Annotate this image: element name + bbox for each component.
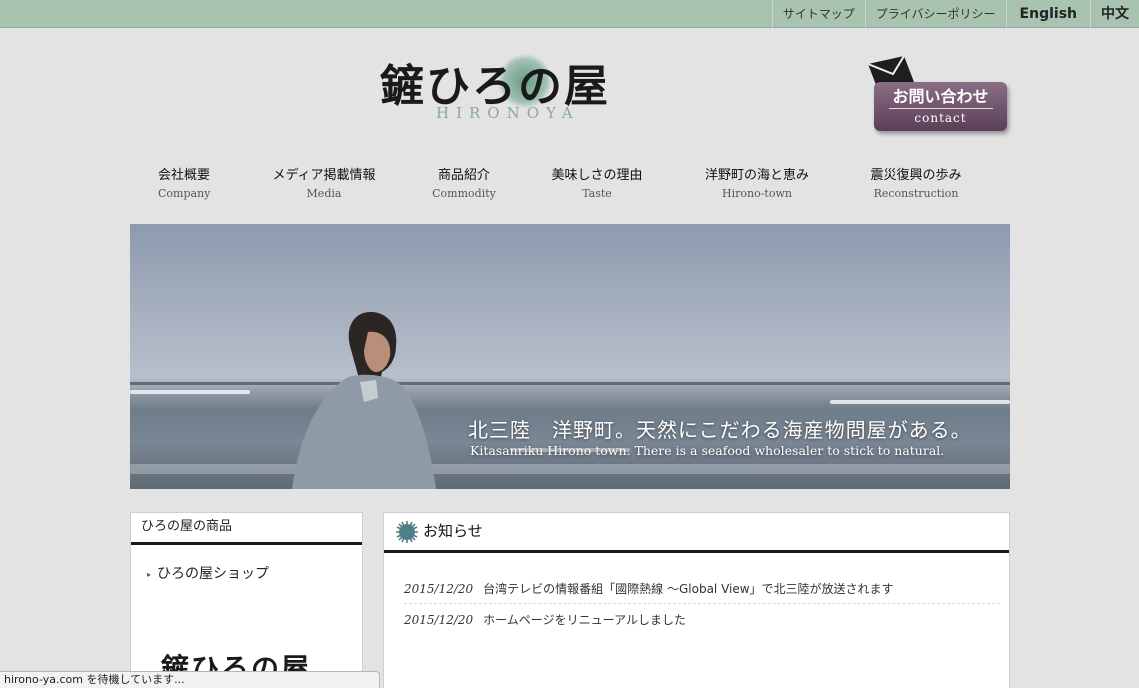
- nav-label-en: Commodity: [432, 187, 496, 200]
- nav-item-media[interactable]: メディア掲載情報 Media: [268, 166, 380, 202]
- nav-item-company[interactable]: 会社概要 Company: [158, 166, 210, 202]
- wave-crest: [830, 400, 1010, 404]
- utility-links: サイトマップ プライバシーポリシー English 中文: [771, 0, 1139, 28]
- sitemap-link[interactable]: サイトマップ: [771, 0, 865, 28]
- sea-urchin-icon: [396, 521, 418, 543]
- browser-status-bar: hirono-ya.com を待機しています...: [0, 671, 380, 688]
- nav-label-en: Hirono-town: [722, 187, 792, 200]
- hero-image: 北三陸 洋野町。天然にこだわる海産物問屋がある。 Kitasanriku Hir…: [130, 224, 1010, 489]
- news-panel: お知らせ 2015/12/20 台湾テレビの情報番組「國際熱線 〜Global V…: [383, 512, 1010, 688]
- bullet-icon: ▸: [147, 569, 152, 579]
- news-link[interactable]: ホームページをリニューアルしました: [483, 613, 686, 627]
- contact-button-face: お問い合わせ contact: [874, 82, 1007, 131]
- news-link[interactable]: 台湾テレビの情報番組「國際熱線 〜Global View」で北三陸が放送されます: [483, 582, 893, 596]
- news-item: 2015/12/20 ホームページをリニューアルしました: [404, 605, 1000, 635]
- chinese-link[interactable]: 中文: [1090, 0, 1139, 28]
- nav-label-ja: 美味しさの理由: [551, 168, 643, 183]
- nav-item-commodity[interactable]: 商品紹介 Commodity: [432, 166, 496, 202]
- utility-bar: サイトマップ プライバシーポリシー English 中文: [0, 0, 1139, 28]
- nav-label-en: Taste: [582, 187, 612, 200]
- products-title: ひろの屋の商品: [131, 513, 362, 545]
- sea-horizon: [130, 382, 1010, 385]
- products-panel: ひろの屋の商品 ▸ ひろの屋ショップ 鏟ひろの屋: [130, 512, 363, 688]
- main-nav: 会社概要 Company メディア掲載情報 Media 商品紹介 Commodi…: [130, 166, 1010, 208]
- wave-foam: [130, 464, 1010, 474]
- man-silhouette: [292, 311, 436, 489]
- nav-item-reconstruction[interactable]: 震災復興の歩み Reconstruction: [866, 166, 966, 202]
- nav-item-taste[interactable]: 美味しさの理由 Taste: [548, 166, 646, 202]
- nav-label-ja: 会社概要: [158, 168, 211, 183]
- logo-roman-text: HIRONOYA: [436, 104, 580, 122]
- nav-label-ja: メディア掲載情報: [272, 168, 376, 183]
- contact-label-ja: お問い合わせ: [892, 87, 989, 106]
- site-logo[interactable]: 鏟ひろの屋 HIRONOYA: [380, 50, 620, 125]
- nav-label-ja: 商品紹介: [437, 168, 490, 183]
- english-link[interactable]: English: [1005, 0, 1090, 28]
- nav-label-en: Media: [306, 187, 342, 200]
- shop-link-label: ひろの屋ショップ: [157, 566, 270, 582]
- nav-label-en: Company: [158, 187, 211, 200]
- nav-label-en: Reconstruction: [873, 187, 959, 200]
- privacy-policy-link[interactable]: プライバシーポリシー: [864, 0, 1006, 28]
- nav-item-hirono-town[interactable]: 洋野町の海と恵み Hirono-town: [701, 166, 813, 202]
- wave-crest: [130, 390, 250, 394]
- contact-label-en: contact: [914, 111, 967, 125]
- news-header: お知らせ: [384, 513, 1009, 553]
- hero-catchphrase-en: Kitasanriku Hirono town. There is a seaf…: [470, 443, 945, 458]
- news-date: 2015/12/20: [404, 613, 474, 627]
- hero-catchphrase-ja: 北三陸 洋野町。天然にこだわる海産物問屋がある。: [468, 418, 972, 442]
- nav-label-ja: 震災復興の歩み: [870, 168, 962, 183]
- news-date: 2015/12/20: [404, 582, 474, 596]
- contact-divider: [888, 108, 993, 109]
- news-title: お知らせ: [423, 522, 483, 540]
- shop-link[interactable]: ▸ ひろの屋ショップ: [147, 563, 269, 583]
- nav-label-ja: 洋野町の海と恵み: [704, 168, 809, 183]
- contact-button[interactable]: お問い合わせ contact: [866, 56, 1008, 136]
- news-item: 2015/12/20 台湾テレビの情報番組「國際熱線 〜Global View」で…: [404, 574, 1000, 604]
